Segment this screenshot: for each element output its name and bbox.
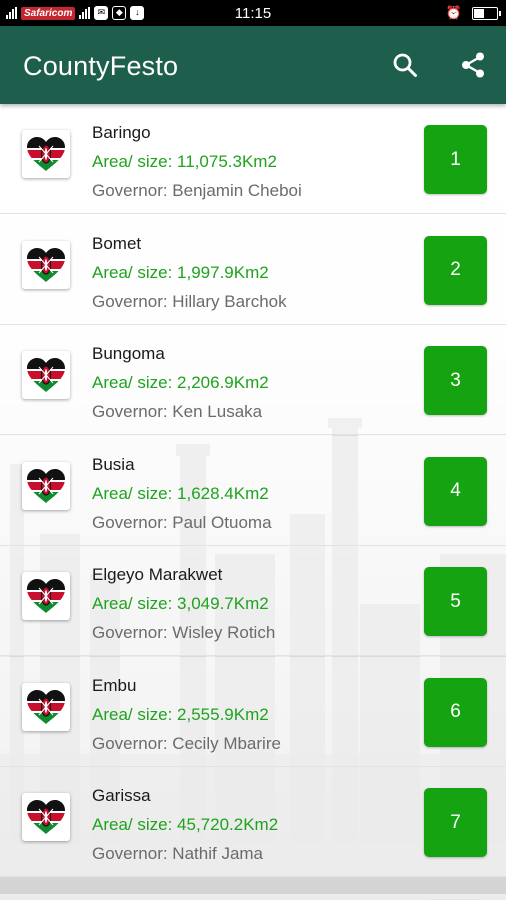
county-governor: Governor: Nathif Jama [92,844,264,863]
county-area: Area/ size: 45,720.2Km2 [92,815,279,834]
county-index-button[interactable]: 4 [424,456,487,526]
kenya-flag-heart-icon [27,579,65,613]
app-bar: CountyFesto [0,26,506,104]
kenya-flag-heart-icon [27,247,65,282]
county-governor: Governor: Ken Lusaka [92,402,263,421]
county-avatar [22,793,70,841]
kenya-flag-heart-icon [27,800,65,834]
county-area: Area/ size: 2,555.9Km2 [92,704,269,724]
county-row[interactable]: Elgeyo Marakwet Area/ size: 3,049.7Km2 G… [0,546,506,656]
county-governor: Governor: Paul Otuoma [92,512,272,532]
county-row[interactable]: Garissa Area/ size: 45,720.2Km2 Governor… [0,767,506,877]
county-avatar [22,130,70,178]
county-row[interactable]: Busia Area/ size: 1,628.4Km2 Governor: P… [0,435,506,546]
county-index-button[interactable]: 7 [424,788,487,857]
county-area: Area/ size: 1,997.9Km2 [92,262,269,282]
search-button[interactable] [388,48,422,82]
share-button[interactable] [456,48,490,82]
county-governor: Governor: Cecily Mbarire [92,733,281,753]
county-row[interactable]: Bomet Area/ size: 1,997.9Km2 Governor: H… [0,214,506,325]
county-name: Embu [92,675,137,695]
kenya-flag-heart-icon [27,137,65,171]
status-time: 11:15 [234,5,272,22]
alarm-icon: ⏰ [445,5,462,20]
county-area: Area/ size: 2,206.9Km2 [92,373,269,392]
battery-icon [472,6,501,20]
county-index-button[interactable]: 3 [424,346,487,415]
county-avatar [22,572,70,620]
kenya-flag-heart-icon [27,689,65,724]
kenya-flag-heart-icon [27,358,65,392]
county-name: Bomet [92,233,142,253]
search-icon [393,53,417,77]
county-governor: Governor: Wisley Rotich [92,623,276,642]
county-index-button[interactable]: 5 [424,567,487,636]
app-title: CountyFesto [23,51,179,81]
county-avatar [22,351,70,399]
county-area: Area/ size: 11,075.3Km2 [92,152,277,171]
county-area: Area/ size: 3,049.7Km2 [92,594,269,613]
county-index-button[interactable]: 1 [424,125,487,194]
county-area: Area/ size: 1,628.4Km2 [92,483,269,503]
share-icon [462,52,484,78]
kenya-flag-heart-icon [27,468,65,503]
county-name: Garissa [92,786,151,805]
county-row[interactable]: Baringo Area/ size: 11,075.3Km2 Governor… [0,104,506,214]
status-bar: Safaricom ✉ ◆ ↓ 11:15 ⏰ [0,0,506,26]
county-row[interactable]: Bungoma Area/ size: 2,206.9Km2 Governor:… [0,325,506,435]
county-index-button[interactable]: 6 [424,677,487,747]
county-name: Bungoma [92,344,165,363]
county-governor: Governor: Hillary Barchok [92,291,287,311]
county-row[interactable]: Embu Area/ size: 2,555.9Km2 Governor: Ce… [0,656,506,767]
county-index-button[interactable]: 2 [424,235,487,305]
county-list[interactable]: Baringo Area/ size: 11,075.3Km2 Governor… [0,104,506,900]
county-name: Busia [92,454,135,474]
county-row-partial[interactable] [0,894,506,900]
county-avatar [22,461,70,510]
county-avatar [22,682,70,731]
status-right: ⏰ [445,5,501,21]
county-name: Baringo [92,123,151,142]
county-avatar [22,240,70,289]
county-name: Elgeyo Marakwet [92,565,223,584]
county-governor: Governor: Benjamin Cheboi [92,181,302,200]
